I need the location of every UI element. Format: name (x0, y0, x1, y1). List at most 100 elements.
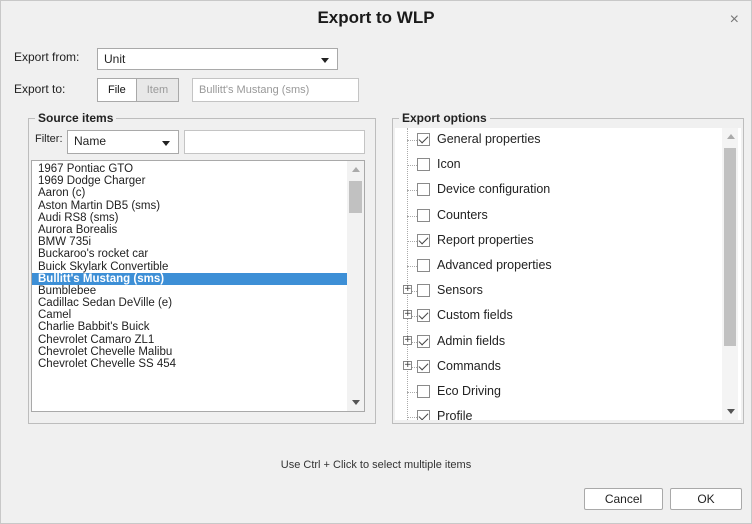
source-items-list[interactable]: 1967 Pontiac GTO 1969 Dodge Charger Aaron … (31, 160, 365, 412)
chevron-down-icon (162, 141, 170, 146)
source-list-item[interactable]: Chevrolet Chevelle Malibu (32, 346, 347, 358)
export-option-row[interactable]: Device configuration (395, 178, 715, 203)
export-to-toggle: File Item (97, 78, 180, 102)
tree-connector (407, 266, 417, 267)
filter-text-input[interactable] (184, 130, 365, 154)
source-items-rows: 1967 Pontiac GTO 1969 Dodge Charger Aaron … (32, 163, 347, 370)
scroll-up-icon[interactable] (727, 134, 735, 139)
option-label: Counters (437, 208, 488, 222)
item-name-input[interactable]: Bullitt's Mustang (sms) (192, 78, 359, 102)
option-checkbox[interactable] (417, 410, 430, 420)
expand-icon[interactable]: + (403, 285, 412, 294)
title-bar: Export to WLP × (1, 1, 751, 37)
option-checkbox[interactable] (417, 209, 430, 222)
source-list-item[interactable]: Cadillac Sedan DeVille (e) (32, 297, 347, 309)
source-list-item[interactable]: Audi RS8 (sms) (32, 212, 347, 224)
export-option-row[interactable]: + Sensors (395, 279, 715, 304)
export-options-title: Export options (399, 111, 490, 125)
option-label: General properties (437, 132, 541, 146)
option-checkbox[interactable] (417, 360, 430, 373)
export-option-row[interactable]: Advanced properties (395, 254, 715, 279)
tree-connector (407, 190, 417, 191)
export-option-row[interactable]: Eco Driving (395, 380, 715, 405)
scroll-down-icon[interactable] (727, 409, 735, 414)
export-dialog: Export to WLP × Export from: Unit Export… (0, 0, 752, 524)
source-list-item[interactable]: Chevrolet Chevelle SS 454 (32, 358, 347, 370)
export-option-row[interactable]: Profile (395, 405, 715, 420)
option-label: Commands (437, 359, 501, 373)
source-list-item[interactable]: Bumblebee (32, 285, 347, 297)
close-icon[interactable]: × (730, 11, 739, 29)
expand-icon[interactable]: + (403, 336, 412, 345)
tree-connector (407, 140, 417, 141)
option-checkbox[interactable] (417, 284, 430, 297)
tree-connector (407, 216, 417, 217)
option-label: Custom fields (437, 308, 513, 322)
options-scrollbar[interactable] (722, 128, 738, 420)
source-list-item[interactable]: Aaron (c) (32, 187, 347, 199)
export-option-row[interactable]: + Custom fields (395, 304, 715, 329)
option-label: Profile (437, 409, 473, 420)
scrollbar-thumb[interactable] (724, 148, 736, 346)
source-list-item[interactable]: 1969 Dodge Charger (32, 175, 347, 187)
filter-field-value: Name (74, 134, 107, 148)
source-list-item[interactable]: 1967 Pontiac GTO (32, 163, 347, 175)
export-options-tree: General properties Icon Device configurati… (395, 128, 721, 420)
export-option-row[interactable]: Counters (395, 204, 715, 229)
source-list-item[interactable]: Charlie Babbit's Buick (32, 321, 347, 333)
tree-connector (407, 241, 417, 242)
option-label: Admin fields (437, 334, 506, 348)
option-checkbox[interactable] (417, 133, 430, 146)
option-label: Icon (437, 157, 461, 171)
export-options-list: General properties Icon Device configurati… (395, 128, 741, 420)
source-list-scrollbar[interactable] (347, 161, 364, 411)
tree-connector (407, 417, 417, 418)
source-list-item[interactable]: Aston Martin DB5 (sms) (32, 200, 347, 212)
source-list-item[interactable]: Bullitt's Mustang (sms) (32, 272, 347, 285)
export-option-row[interactable]: + Admin fields (395, 330, 715, 355)
export-from-value: Unit (104, 52, 126, 66)
expand-icon[interactable]: + (403, 310, 412, 319)
option-checkbox[interactable] (417, 309, 430, 322)
option-checkbox[interactable] (417, 385, 430, 398)
option-checkbox[interactable] (417, 158, 430, 171)
multi-select-hint: Use Ctrl + Click to select multiple item… (280, 459, 472, 471)
export-to-label: Export to: (14, 82, 66, 96)
file-toggle-button[interactable]: File (97, 78, 137, 102)
option-checkbox[interactable] (417, 259, 430, 272)
dialog-title: Export to WLP (317, 8, 435, 27)
source-list-item[interactable]: Camel (32, 309, 347, 321)
option-label: Eco Driving (437, 384, 501, 398)
export-option-row[interactable]: Icon (395, 153, 715, 178)
scroll-up-icon[interactable] (352, 167, 360, 172)
export-option-row[interactable]: Report properties (395, 229, 715, 254)
expand-icon[interactable]: + (403, 361, 412, 370)
source-list-item[interactable]: Aurora Borealis (32, 224, 347, 236)
source-list-item[interactable]: Buick Skylark Convertible (32, 261, 347, 273)
item-toggle-button[interactable]: Item (136, 78, 180, 102)
option-checkbox[interactable] (417, 234, 430, 247)
option-label: Advanced properties (437, 258, 552, 272)
source-items-title: Source items (35, 111, 117, 125)
export-from-label: Export from: (14, 50, 80, 64)
source-list-item[interactable]: Chevrolet Camaro ZL1 (32, 334, 347, 346)
export-from-select[interactable]: Unit (97, 48, 338, 70)
source-list-item[interactable]: Buckaroo's rocket car (32, 248, 347, 260)
chevron-down-icon (321, 58, 329, 63)
scroll-down-icon[interactable] (352, 400, 360, 405)
export-option-row[interactable]: General properties (395, 128, 715, 153)
tree-connector (407, 165, 417, 166)
option-label: Report properties (437, 233, 534, 247)
option-checkbox[interactable] (417, 335, 430, 348)
export-option-row[interactable]: + Commands (395, 355, 715, 380)
tree-connector (407, 392, 417, 393)
ok-button[interactable]: OK (670, 488, 742, 510)
option-checkbox[interactable] (417, 183, 430, 196)
option-label: Sensors (437, 283, 483, 297)
source-list-item[interactable]: BMW 735i (32, 236, 347, 248)
option-label: Device configuration (437, 182, 551, 196)
filter-label: Filter: (35, 133, 63, 145)
cancel-button[interactable]: Cancel (584, 488, 663, 510)
filter-field-select[interactable]: Name (67, 130, 179, 154)
scrollbar-thumb[interactable] (349, 181, 362, 213)
